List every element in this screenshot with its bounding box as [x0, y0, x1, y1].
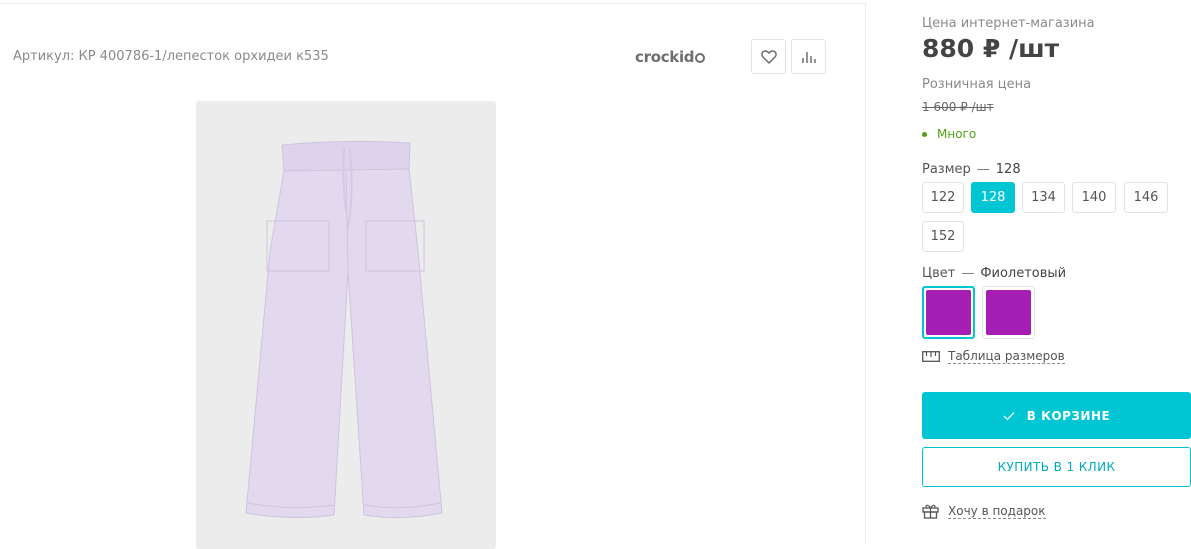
online-price: 880 ₽ /шт	[922, 34, 1060, 63]
size-option-122[interactable]: 122	[922, 182, 964, 213]
retail-price-label: Розничная цена	[922, 77, 1032, 92]
product-gallery-panel: Артикул: КР 400786-1/лепесток орхидеи к5…	[0, 3, 866, 549]
color-swatch-fill	[926, 290, 971, 335]
size-option-134[interactable]: 134	[1022, 182, 1065, 213]
stock-label: Много	[937, 127, 977, 141]
size-table-label: Таблица размеров	[948, 349, 1065, 364]
color-swatch-2[interactable]	[982, 286, 1035, 339]
buy-one-click-label: КУПИТЬ В 1 КЛИК	[997, 460, 1116, 474]
size-selected: 128	[995, 162, 1021, 177]
size-separator: —	[976, 162, 990, 177]
gift-label: Хочу в подарок	[948, 503, 1046, 519]
retail-price: 1 600 ₽ /шт	[922, 100, 994, 114]
stock-status: Много	[922, 127, 976, 141]
stock-dot-icon	[922, 131, 927, 137]
compare-button[interactable]	[791, 39, 826, 74]
size-option-128[interactable]: 128	[971, 182, 1015, 213]
color-heading: Цвет — Фиолетовый	[922, 266, 1066, 281]
favorite-button[interactable]	[751, 39, 786, 74]
color-label: Цвет	[922, 266, 956, 281]
brand-logo[interactable]: crockid	[635, 48, 706, 66]
color-swatch-fill	[986, 290, 1031, 335]
gift-link[interactable]: Хочу в подарок	[922, 503, 1046, 519]
size-option-146[interactable]: 146	[1124, 182, 1168, 213]
online-price-label: Цена интернет-магазина	[922, 16, 1095, 31]
color-separator: —	[961, 266, 975, 281]
size-option-152[interactable]: 152	[922, 221, 964, 252]
pants-image	[245, 140, 443, 519]
article-number: Артикул: КР 400786-1/лепесток орхидеи к5…	[13, 49, 329, 64]
product-info: Цена интернет-магазина 880 ₽ /шт Розничн…	[922, 0, 1191, 545]
size-heading: Размер — 128	[922, 162, 1021, 177]
size-option-140[interactable]: 140	[1072, 182, 1116, 213]
color-selected: Фиолетовый	[980, 266, 1067, 281]
brand-name: crockid	[635, 48, 695, 66]
in-cart-label: В КОРЗИНЕ	[1026, 408, 1111, 423]
check-icon	[1003, 411, 1015, 420]
heart-icon	[760, 49, 777, 64]
buy-one-click-button[interactable]: КУПИТЬ В 1 КЛИК	[922, 447, 1191, 487]
ruler-icon	[922, 351, 940, 362]
size-table-link[interactable]: Таблица размеров	[922, 349, 1065, 364]
color-swatch-1[interactable]	[922, 286, 975, 339]
in-cart-button[interactable]: В КОРЗИНЕ	[922, 392, 1191, 439]
gift-icon	[922, 504, 939, 519]
product-photo[interactable]	[196, 101, 496, 549]
bar-chart-icon	[801, 51, 816, 63]
size-label: Размер	[922, 162, 971, 177]
brand-mark-icon	[695, 53, 706, 63]
